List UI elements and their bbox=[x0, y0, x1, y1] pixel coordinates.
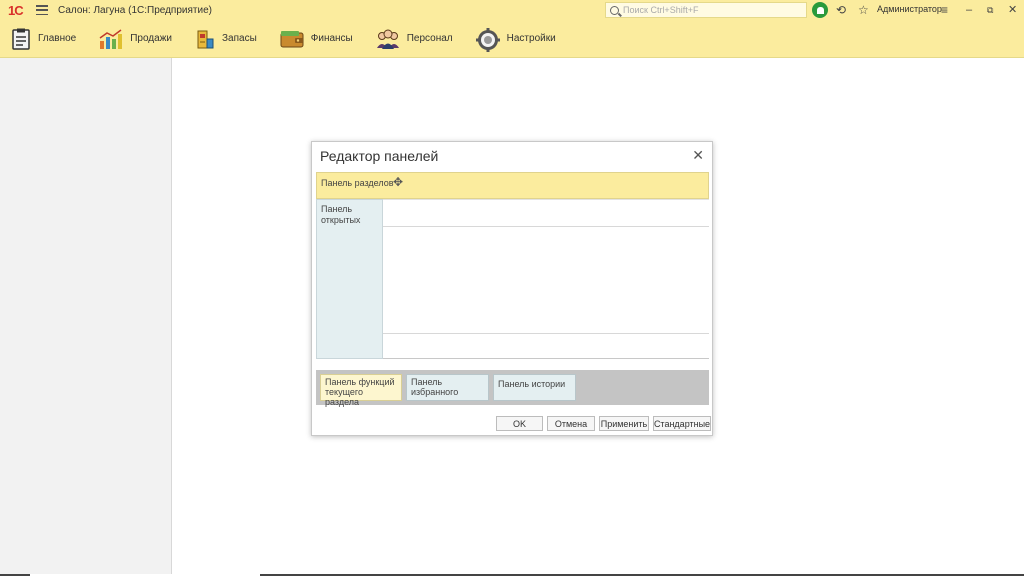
open-panel-slot[interactable]: Панель открытых bbox=[316, 199, 383, 359]
section-staff[interactable]: Персонал bbox=[375, 20, 453, 57]
bottom-panels-area: Панель функций текущего раздела Панель и… bbox=[316, 370, 709, 407]
gear-icon bbox=[475, 27, 501, 52]
notifications-icon[interactable] bbox=[812, 2, 828, 18]
close-window-icon[interactable]: ✕ bbox=[1008, 3, 1017, 17]
ok-button[interactable]: OK bbox=[496, 416, 543, 431]
open-panel-label: Панель открытых bbox=[321, 204, 361, 225]
open-windows-panel bbox=[0, 58, 172, 576]
clipboard-icon bbox=[10, 28, 32, 50]
staff-icon bbox=[375, 28, 401, 50]
app-title: Салон: Лагуна (1С:Предприятие) bbox=[58, 4, 212, 16]
apply-button[interactable]: Применить bbox=[599, 416, 649, 431]
section-label: Запасы bbox=[221, 33, 257, 44]
panel-editor-dialog: Редактор панелей ✕ Панель разделов ✥ Пан… bbox=[311, 141, 713, 436]
minimize-icon[interactable]: – bbox=[966, 3, 972, 17]
section-label: Продажи bbox=[130, 33, 172, 44]
history-icon[interactable]: ⟲ bbox=[836, 3, 846, 17]
sales-chart-icon bbox=[98, 28, 124, 50]
cancel-button[interactable]: Отмена bbox=[547, 416, 595, 431]
move-cursor-icon: ✥ bbox=[393, 175, 404, 189]
section-stock[interactable]: Запасы bbox=[194, 20, 257, 57]
sections-panel-label: Панель разделов bbox=[321, 178, 394, 188]
section-sales[interactable]: Продажи bbox=[98, 20, 172, 57]
current-user[interactable]: Администратор bbox=[877, 4, 942, 14]
main-menu-icon[interactable] bbox=[36, 5, 48, 15]
favorites-star-icon[interactable]: ☆ bbox=[858, 3, 869, 17]
section-label: Настройки bbox=[506, 33, 556, 44]
search-placeholder: Поиск Ctrl+Shift+F bbox=[623, 5, 699, 15]
section-label: Финансы bbox=[310, 33, 353, 44]
section-settings[interactable]: Настройки bbox=[475, 20, 556, 57]
work-area-preview bbox=[383, 199, 709, 359]
title-bar: 1С Салон: Лагуна (1С:Предприятие) Поиск … bbox=[0, 0, 1024, 20]
function-panel-slot[interactable]: Панель функций текущего раздела bbox=[320, 374, 402, 407]
restore-icon[interactable]: ⧉ bbox=[987, 3, 993, 17]
search-input[interactable]: Поиск Ctrl+Shift+F bbox=[605, 2, 807, 18]
section-label: Главное bbox=[38, 33, 77, 44]
history-panel-slot[interactable]: Панель истории bbox=[493, 374, 576, 401]
stock-icon bbox=[194, 28, 216, 50]
section-main[interactable]: Главное bbox=[10, 20, 76, 57]
search-icon bbox=[610, 5, 619, 15]
wallet-icon bbox=[279, 28, 305, 50]
section-label: Персонал bbox=[406, 33, 453, 44]
app-logo: 1С bbox=[8, 2, 24, 18]
sections-panel-slot[interactable]: Панель разделов ✥ bbox=[316, 172, 709, 199]
section-finance[interactable]: Финансы bbox=[279, 20, 353, 57]
favorites-panel-slot[interactable]: Панель избранного bbox=[406, 374, 489, 401]
sections-bar: Главное Продажи Запасы Финансы Персонал … bbox=[0, 20, 1024, 58]
settings-menu-icon[interactable]: ≡ bbox=[941, 3, 948, 17]
standard-button[interactable]: Стандартные bbox=[653, 416, 711, 431]
close-icon[interactable]: ✕ bbox=[692, 148, 704, 162]
dialog-title: Редактор панелей bbox=[320, 148, 439, 164]
